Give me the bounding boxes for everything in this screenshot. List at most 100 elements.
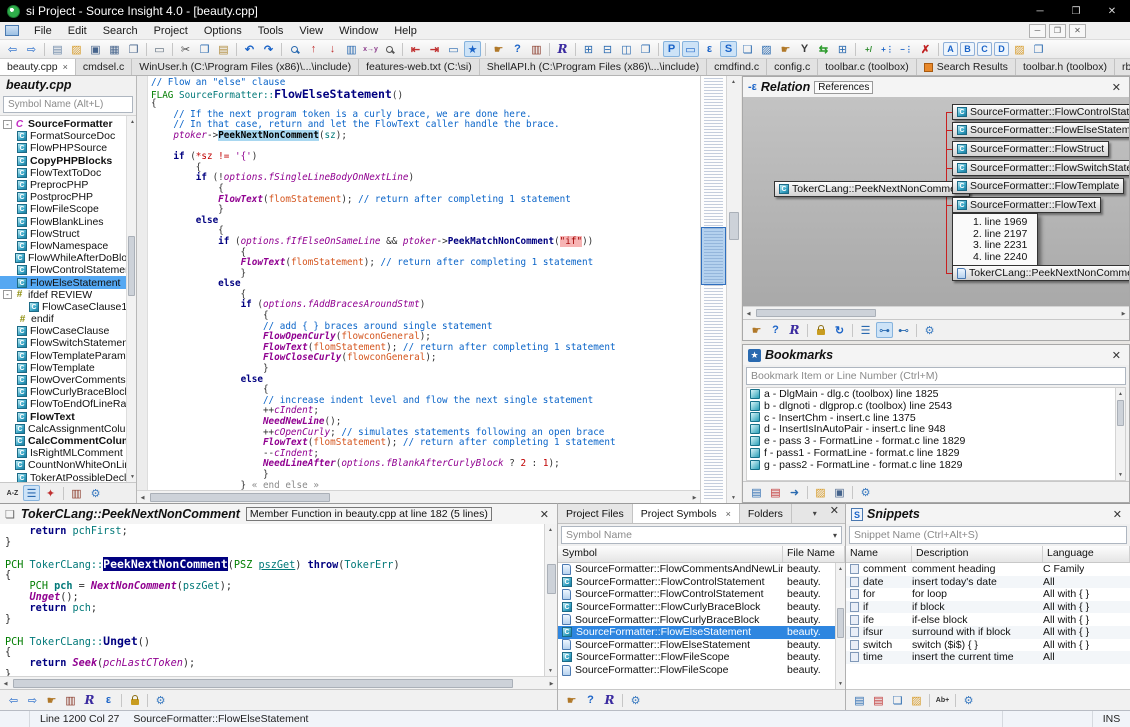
relation-node[interactable]: SourceFormatter::FlowStruct xyxy=(952,141,1109,157)
snippet-row[interactable]: dateinsert today's dateAll xyxy=(846,576,1130,589)
scrollbar-thumb[interactable] xyxy=(13,679,513,688)
symbol-tree-item[interactable]: FlowFileScope xyxy=(0,203,136,215)
indent-left-icon[interactable]: −⋮ xyxy=(898,41,915,57)
forward-icon[interactable]: ⇨ xyxy=(23,41,40,57)
symbol-tree-item[interactable]: CountNonWhiteOnLine xyxy=(0,459,136,471)
snippet-row[interactable]: timeinsert the current timeAll xyxy=(846,651,1130,664)
column-file-name[interactable]: File Name xyxy=(783,546,845,562)
tab-cmdfind-c[interactable]: cmdfind.c xyxy=(707,59,767,75)
horizontal-graph-icon[interactable]: ⊶ xyxy=(876,322,893,338)
scroll-right-icon[interactable]: ▶ xyxy=(1118,308,1129,319)
scroll-up-icon[interactable]: ▲ xyxy=(545,524,556,535)
maximize-button[interactable]: ❐ xyxy=(1058,0,1094,22)
symbol-tree-item[interactable]: FlowStruct xyxy=(0,228,136,240)
relation-node[interactable]: TokerCLang::PeekNextNonComment xyxy=(952,265,1129,281)
symbol-tree-item[interactable]: FlowText xyxy=(0,411,136,423)
relation-window-icon[interactable]: ε xyxy=(701,41,718,57)
tab-overflow-icon[interactable]: ▾ xyxy=(806,504,824,523)
print-icon[interactable]: ▭ xyxy=(151,41,168,57)
tab-features-web-txt-c-si[interactable]: features-web.txt (C:\si) xyxy=(359,59,480,75)
mdi-minimize-button[interactable]: ─ xyxy=(1029,24,1046,38)
delete-bookmark-icon[interactable]: ▤ xyxy=(767,484,784,500)
relation-node[interactable]: SourceFormatter::FlowControlStatement xyxy=(952,104,1129,120)
symbol-tree-item[interactable]: CopyPHPBlocks xyxy=(0,155,136,167)
scrollbar-thumb[interactable] xyxy=(128,236,135,296)
style-d-icon[interactable]: D xyxy=(994,42,1009,56)
symbol-tree-item[interactable]: FlowToEndOfLineRaw xyxy=(0,398,136,410)
menu-window[interactable]: Window xyxy=(331,25,386,37)
tab-project-symbols[interactable]: Project Symbols× xyxy=(633,504,740,523)
symbol-name-input[interactable]: Symbol Name (Alt+L) xyxy=(3,96,133,113)
symbol-tree-item[interactable]: FlowTextToDoc xyxy=(0,167,136,179)
file-options-icon[interactable]: ▨ xyxy=(758,41,775,57)
vertical-graph-icon[interactable]: ⊷ xyxy=(895,322,912,338)
editor-minimap[interactable] xyxy=(700,76,726,503)
symbol-tree-item[interactable]: FlowCurlyBraceBlock xyxy=(0,386,136,398)
paste-icon[interactable]: ▤ xyxy=(215,41,232,57)
menu-edit[interactable]: Edit xyxy=(60,25,95,37)
symbol-tree-item[interactable]: FlowSwitchStatement xyxy=(0,337,136,349)
context-code[interactable]: return pchFirst;}PCH TokerCLang::PeekNex… xyxy=(0,524,557,676)
tab-close-icon[interactable]: × xyxy=(63,62,68,72)
minimap-viewport[interactable] xyxy=(701,227,726,285)
symbol-row[interactable]: SourceFormatter::FlowCurlyBraceBlockbeau… xyxy=(558,613,845,626)
column-symbol[interactable]: Symbol xyxy=(558,546,783,562)
relation-close-icon[interactable]: ✕ xyxy=(1109,81,1124,94)
symbol-row[interactable]: SourceFormatter::FlowFileScopebeauty. xyxy=(558,664,845,677)
tab-toolbar-c-toolbox[interactable]: toolbar.c (toolbox) xyxy=(818,59,916,75)
symbol-tree-item[interactable]: PreprocPHP xyxy=(0,179,136,191)
copy-icon[interactable]: ❐ xyxy=(196,41,213,57)
symbol-row[interactable]: SourceFormatter::FlowFileScopebeauty. xyxy=(558,651,845,664)
column-description[interactable]: Description xyxy=(912,546,1043,562)
edit-snippet-icon[interactable]: ❏ xyxy=(889,692,906,708)
snippet-row[interactable]: forfor loopAll with { } xyxy=(846,588,1130,601)
project-close-icon[interactable]: ✕ xyxy=(827,504,842,523)
symbol-tree-item[interactable]: FlowCaseClause1 xyxy=(0,301,136,313)
contents-icon[interactable]: ▥ xyxy=(68,485,85,501)
snippet-row[interactable]: ifeif-else blockAll with { } xyxy=(846,613,1130,626)
cut-icon[interactable]: ✂ xyxy=(177,41,194,57)
bookmark-item[interactable]: e - pass 3 - FormatLine - format.c line … xyxy=(747,435,1125,447)
tab-project-files[interactable]: Project Files xyxy=(558,504,633,523)
scrollbar-thumb[interactable] xyxy=(756,309,876,317)
context-window-icon[interactable]: ▭ xyxy=(445,41,462,57)
scrollbar-thumb[interactable] xyxy=(1117,400,1124,426)
column-language[interactable]: Language xyxy=(1043,546,1130,562)
snippets-close-icon[interactable]: ✕ xyxy=(1110,508,1125,521)
tab-rbar-c-toolbox[interactable]: rbar.c (toolbox) xyxy=(1115,59,1130,75)
symbol-tree-item[interactable]: FlowTemplateParams xyxy=(0,350,136,362)
scrollbar-thumb[interactable] xyxy=(150,493,330,502)
symbol-tree-item[interactable]: FlowWhileAfterDoBlock xyxy=(0,252,136,264)
save-all-icon[interactable]: ❐ xyxy=(125,41,142,57)
tab-config-c[interactable]: config.c xyxy=(767,59,818,75)
tab-shellapi-h-c-program-files-x86-include[interactable]: ShellAPI.h (C:\Program Files (x86)\...\i… xyxy=(480,59,707,75)
menu-view[interactable]: View xyxy=(291,25,331,37)
menu-search[interactable]: Search xyxy=(95,25,146,37)
replace-icon[interactable]: x→y xyxy=(362,41,379,57)
column-name[interactable]: Name xyxy=(846,546,912,562)
editor-hscrollbar[interactable]: ◀ ▶ xyxy=(137,490,700,503)
open-bookmarks-icon[interactable]: ▨ xyxy=(812,484,829,500)
search-forward-icon[interactable]: ↓ xyxy=(324,41,341,57)
menu-help[interactable]: Help xyxy=(386,25,425,37)
symbol-window-icon[interactable]: R xyxy=(81,692,98,708)
contents-icon[interactable]: ▥ xyxy=(528,41,545,57)
tile-windows-icon[interactable]: ⊞ xyxy=(580,41,597,57)
relation-settings-icon[interactable]: ⚙ xyxy=(921,322,938,338)
scroll-down-icon[interactable]: ▼ xyxy=(127,471,136,482)
symbol-row[interactable]: SourceFormatter::FlowControlStatementbea… xyxy=(558,576,845,589)
bookmarks-vscrollbar[interactable]: ▲ ▼ xyxy=(1115,388,1125,480)
new-bookmark-icon[interactable]: ▤ xyxy=(748,484,765,500)
new-file-icon[interactable]: ▤ xyxy=(49,41,66,57)
relation-subtitle[interactable]: References xyxy=(814,81,873,94)
symbol-tree-item[interactable]: FlowNamespace xyxy=(0,240,136,252)
relation-node[interactable]: SourceFormatter::FlowElseStatement xyxy=(952,122,1129,138)
scroll-down-icon[interactable]: ▼ xyxy=(835,678,845,689)
outline-view-icon[interactable]: ☰ xyxy=(857,322,874,338)
bookmark-item[interactable]: d - InsertIsInAutoPair - insert.c line 9… xyxy=(747,423,1125,435)
mdi-close-button[interactable]: ✕ xyxy=(1069,24,1086,38)
symbol-row[interactable]: SourceFormatter::FlowControlStatementbea… xyxy=(558,588,845,601)
search-icon[interactable] xyxy=(286,41,303,57)
help-icon[interactable]: ? xyxy=(767,322,784,338)
tab-cmdsel-c[interactable]: cmdsel.c xyxy=(76,59,132,75)
